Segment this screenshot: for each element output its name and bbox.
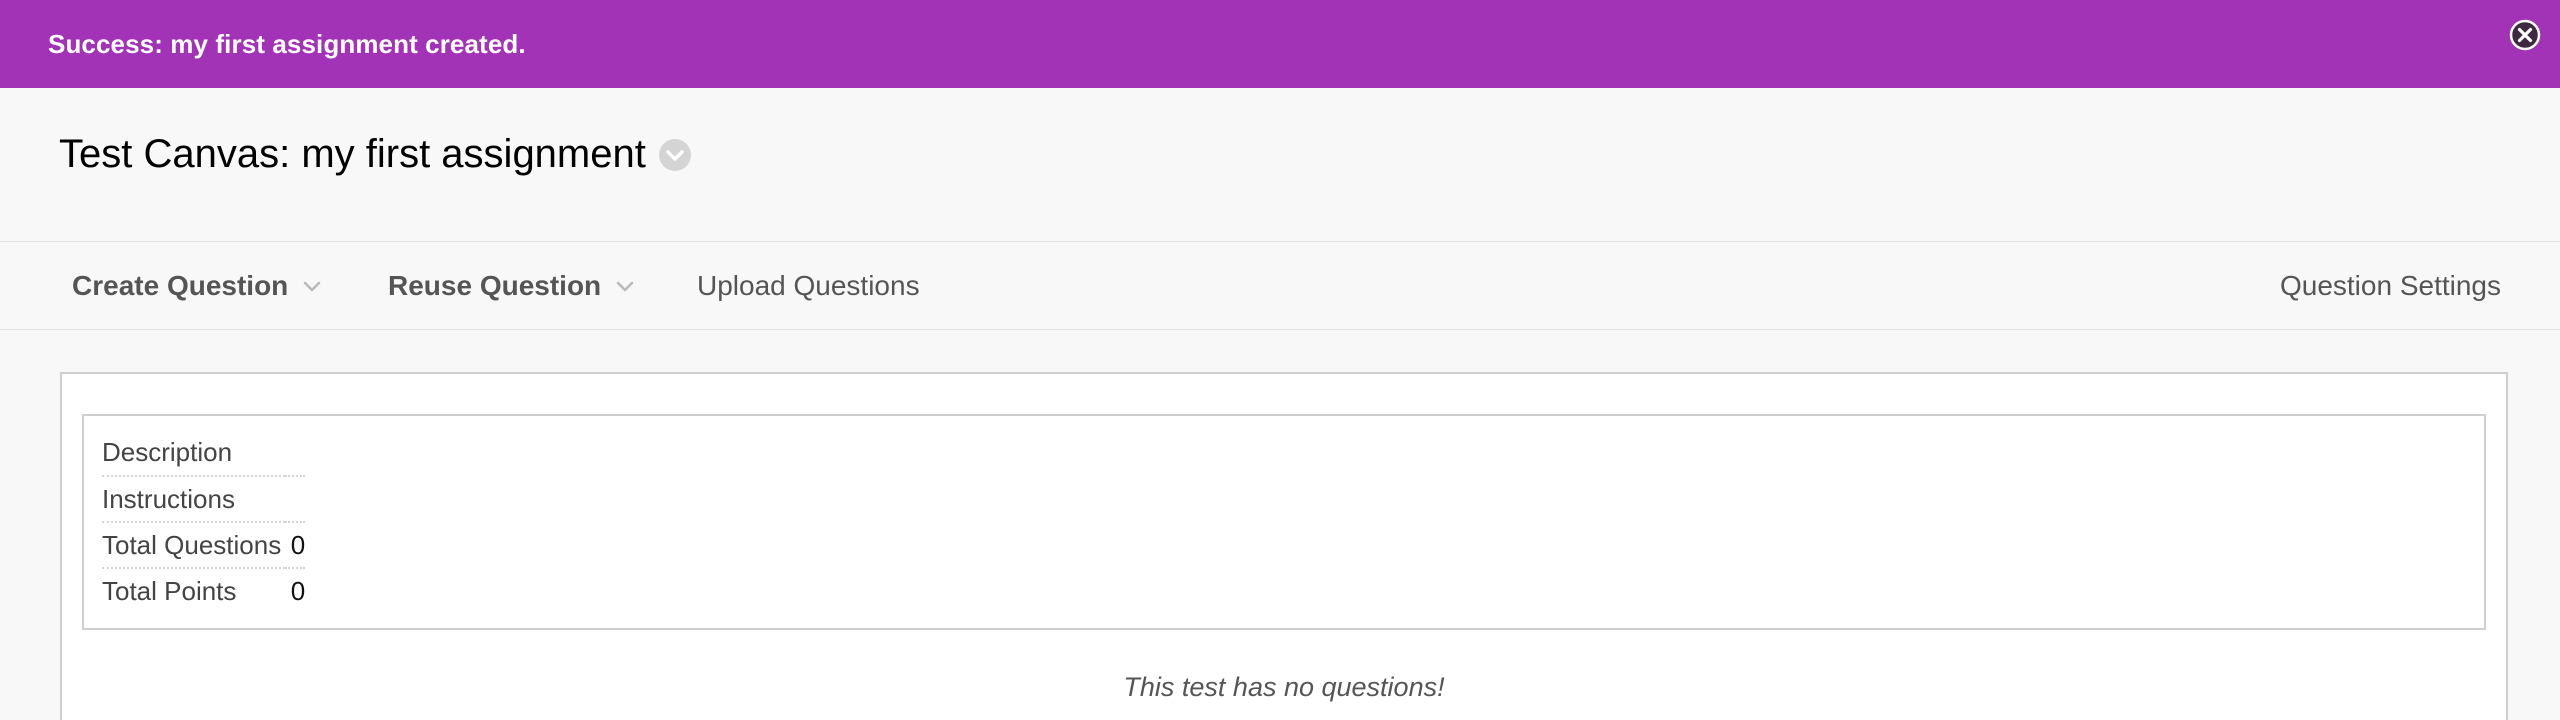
info-value: 0 [290,576,306,606]
info-row-total-points: Total Points 0 [102,568,305,614]
upload-questions-button[interactable]: Upload Questions [697,242,920,330]
info-label: Total Questions [102,522,286,569]
content-panel: Description Instructions Total Questions… [60,372,2508,720]
action-bar: Create Question Reuse Question Upload Qu… [0,242,2560,330]
upload-questions-label: Upload Questions [697,270,920,301]
chevron-down-icon [303,281,321,292]
test-info-table: Description Instructions Total Questions… [102,430,306,614]
info-label: Description [102,430,286,477]
chevron-down-icon[interactable] [658,138,692,172]
create-question-label: Create Question [72,270,289,301]
success-banner: Success: my first assignment created. [0,0,2560,88]
info-label: Total Points [102,576,237,606]
info-row-total-questions: Total Questions 0 [102,522,306,569]
page-title-wrap: Test Canvas: my first assignment [59,132,692,177]
info-value [285,430,306,477]
page-header: Test Canvas: my first assignment [0,88,2560,242]
info-row-description: Description [102,430,306,477]
info-value: 0 [285,522,306,569]
question-settings-label: Question Settings [2279,270,2501,301]
empty-questions-message: This test has no questions! [1123,672,1445,702]
chevron-down-icon [616,281,634,292]
create-question-button[interactable]: Create Question [72,242,322,330]
success-message: Success: my first assignment created. [48,28,526,59]
reuse-question-button[interactable]: Reuse Question [388,242,635,330]
test-info-box: Description Instructions Total Questions… [82,414,2486,630]
close-icon[interactable] [2508,18,2542,52]
info-row-instructions: Instructions [102,476,306,523]
page-title: Test Canvas: my first assignment [59,132,646,176]
question-settings-button[interactable]: Question Settings [2280,242,2501,330]
info-label: Instructions [102,476,286,523]
reuse-question-label: Reuse Question [388,270,602,301]
info-value [285,476,306,523]
